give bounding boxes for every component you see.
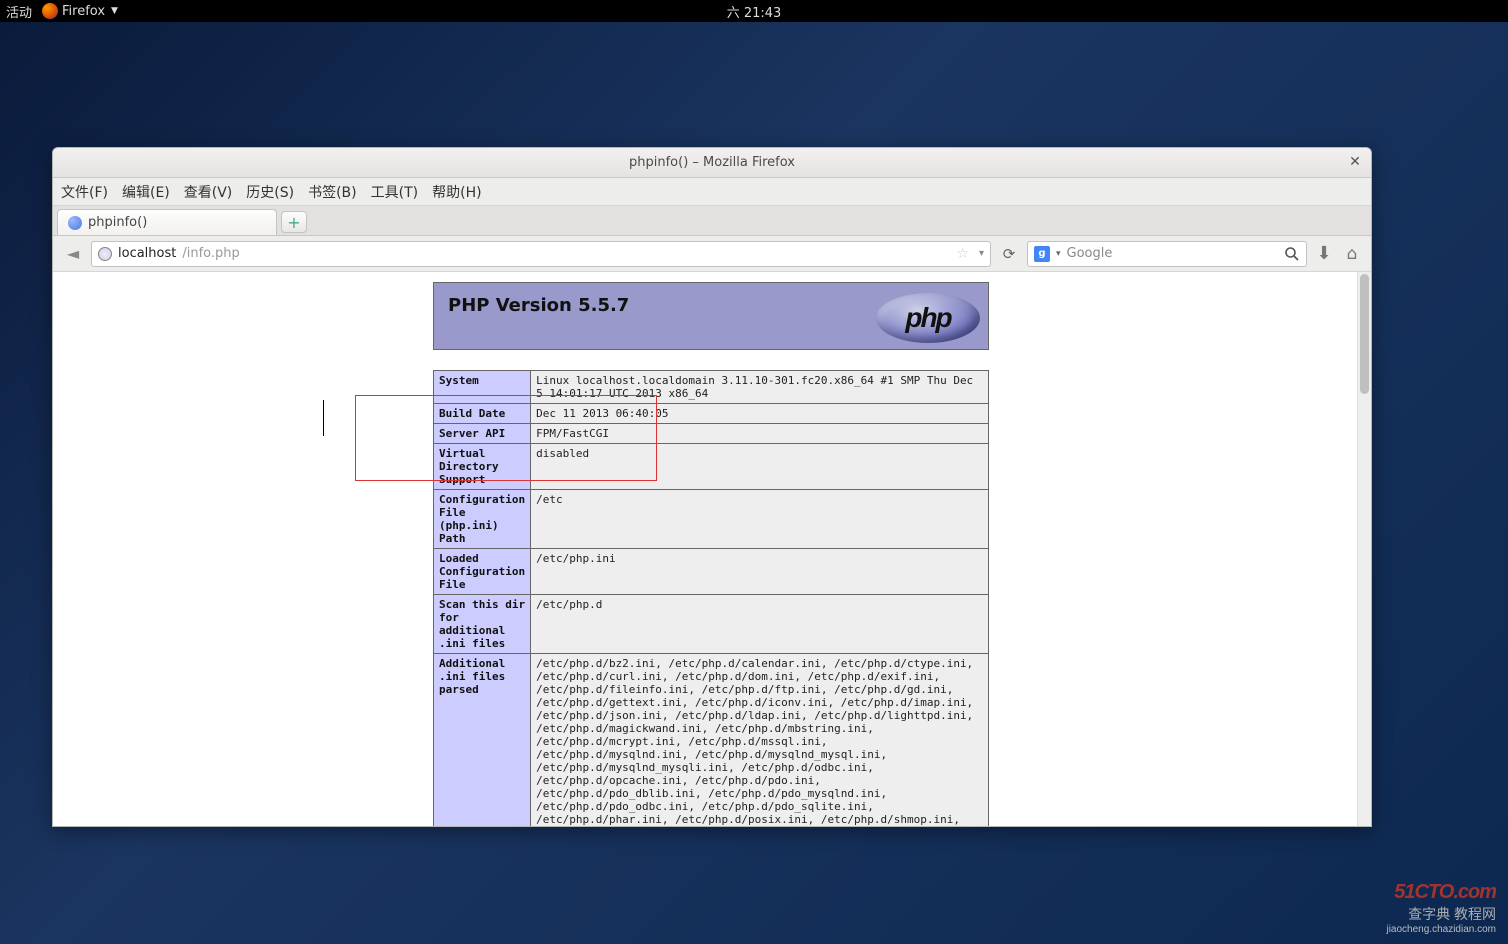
downloads-button[interactable]: ⬇ bbox=[1313, 243, 1335, 264]
back-button[interactable]: ◄ bbox=[61, 242, 85, 266]
plus-icon: + bbox=[287, 213, 300, 232]
row-key: Virtual Directory Support bbox=[434, 444, 531, 490]
row-key: Scan this dir for additional .ini files bbox=[434, 595, 531, 654]
window-title: phpinfo() – Mozilla Firefox bbox=[629, 155, 795, 170]
url-path: /info.php bbox=[182, 246, 239, 261]
tab-favicon bbox=[68, 216, 82, 230]
firefox-app-menu[interactable]: Firefox ▼ bbox=[42, 3, 118, 19]
url-host: localhost bbox=[118, 246, 176, 261]
table-row: Virtual Directory Supportdisabled bbox=[434, 444, 989, 490]
close-button[interactable]: ✕ bbox=[1347, 154, 1363, 170]
row-value: /etc/php.d/bz2.ini, /etc/php.d/calendar.… bbox=[531, 654, 989, 827]
row-value: disabled bbox=[531, 444, 989, 490]
globe-icon bbox=[98, 247, 112, 261]
search-icon[interactable] bbox=[1284, 246, 1300, 262]
firefox-window: phpinfo() – Mozilla Firefox ✕ 文件(F) 编辑(E… bbox=[52, 147, 1372, 827]
nav-toolbar: ◄ localhost/info.php ☆ ▾ ⟳ g ▾ Google ⬇ … bbox=[53, 236, 1371, 272]
menubar: 文件(F) 编辑(E) 查看(V) 历史(S) 书签(B) 工具(T) 帮助(H… bbox=[53, 178, 1371, 206]
back-icon: ◄ bbox=[67, 244, 79, 263]
window-titlebar[interactable]: phpinfo() – Mozilla Firefox ✕ bbox=[53, 148, 1371, 178]
urlbar-chevron-icon[interactable]: ▾ bbox=[979, 248, 984, 259]
row-value: /etc/php.d bbox=[531, 595, 989, 654]
row-value: Linux localhost.localdomain 3.11.10-301.… bbox=[531, 371, 989, 404]
table-row: Configuration File (php.ini) Path/etc bbox=[434, 490, 989, 549]
watermark-line1: 51CTO.com bbox=[1386, 879, 1496, 905]
engine-chevron-icon[interactable]: ▾ bbox=[1056, 249, 1061, 259]
row-value: /etc/php.ini bbox=[531, 549, 989, 595]
page-viewport: PHP Version 5.5.7 php SystemLinux localh… bbox=[53, 272, 1371, 826]
menu-edit[interactable]: 编辑(E) bbox=[122, 182, 170, 202]
tab-strip: phpinfo() + bbox=[53, 206, 1371, 236]
row-value: /etc bbox=[531, 490, 989, 549]
menu-view[interactable]: 查看(V) bbox=[184, 182, 233, 202]
phpinfo-content: PHP Version 5.5.7 php SystemLinux localh… bbox=[433, 282, 989, 826]
phpinfo-table: SystemLinux localhost.localdomain 3.11.1… bbox=[433, 370, 989, 826]
url-bar[interactable]: localhost/info.php ☆ ▾ bbox=[91, 241, 991, 267]
search-placeholder: Google bbox=[1067, 246, 1113, 261]
row-key: Additional .ini files parsed bbox=[434, 654, 531, 827]
menu-history[interactable]: 历史(S) bbox=[246, 182, 294, 202]
table-row: SystemLinux localhost.localdomain 3.11.1… bbox=[434, 371, 989, 404]
table-row: Server APIFPM/FastCGI bbox=[434, 424, 989, 444]
search-box[interactable]: g ▾ Google bbox=[1027, 241, 1307, 267]
table-row: Scan this dir for additional .ini files/… bbox=[434, 595, 989, 654]
gnome-top-bar: 活动 Firefox ▼ 六 21:43 bbox=[0, 0, 1508, 22]
firefox-icon bbox=[42, 3, 58, 19]
php-logo-text: php bbox=[905, 302, 950, 334]
tab-title: phpinfo() bbox=[88, 215, 147, 230]
bookmark-star-icon[interactable]: ☆ bbox=[956, 246, 969, 262]
table-row: Additional .ini files parsed/etc/php.d/b… bbox=[434, 654, 989, 827]
vertical-scrollbar[interactable] bbox=[1357, 272, 1371, 826]
table-row: Loaded Configuration File/etc/php.ini bbox=[434, 549, 989, 595]
home-icon: ⌂ bbox=[1347, 244, 1358, 264]
row-key: Configuration File (php.ini) Path bbox=[434, 490, 531, 549]
watermark: 51CTO.com 查字典 教程网 jiaocheng.chazidian.co… bbox=[1386, 879, 1496, 936]
watermark-line3: jiaocheng.chazidian.com bbox=[1386, 923, 1496, 936]
phpinfo-header: PHP Version 5.5.7 php bbox=[433, 282, 989, 350]
reload-button[interactable]: ⟳ bbox=[997, 245, 1021, 263]
new-tab-button[interactable]: + bbox=[281, 211, 307, 233]
row-key: Build Date bbox=[434, 404, 531, 424]
chevron-down-icon: ▼ bbox=[111, 6, 118, 16]
scroll-thumb[interactable] bbox=[1360, 274, 1369, 394]
home-button[interactable]: ⌂ bbox=[1341, 244, 1363, 264]
tab-phpinfo[interactable]: phpinfo() bbox=[57, 209, 277, 235]
search-engine-icon[interactable]: g bbox=[1034, 246, 1050, 262]
clock[interactable]: 六 21:43 bbox=[727, 2, 782, 21]
firefox-app-label: Firefox bbox=[62, 4, 105, 19]
row-value: Dec 11 2013 06:40:05 bbox=[531, 404, 989, 424]
close-icon: ✕ bbox=[1349, 154, 1361, 170]
row-key: Server API bbox=[434, 424, 531, 444]
table-row: Build DateDec 11 2013 06:40:05 bbox=[434, 404, 989, 424]
reload-icon: ⟳ bbox=[1003, 245, 1016, 263]
menu-bookmarks[interactable]: 书签(B) bbox=[308, 182, 357, 202]
row-key: System bbox=[434, 371, 531, 404]
watermark-line2: 查字典 教程网 bbox=[1386, 905, 1496, 923]
php-version-title: PHP Version 5.5.7 bbox=[448, 295, 629, 316]
menu-help[interactable]: 帮助(H) bbox=[432, 182, 481, 202]
menu-tools[interactable]: 工具(T) bbox=[371, 182, 418, 202]
activities-button[interactable]: 活动 bbox=[6, 2, 32, 21]
row-key: Loaded Configuration File bbox=[434, 549, 531, 595]
text-cursor bbox=[323, 400, 324, 436]
menu-file[interactable]: 文件(F) bbox=[61, 182, 108, 202]
row-value: FPM/FastCGI bbox=[531, 424, 989, 444]
download-icon: ⬇ bbox=[1316, 243, 1331, 264]
php-logo: php bbox=[876, 293, 980, 343]
